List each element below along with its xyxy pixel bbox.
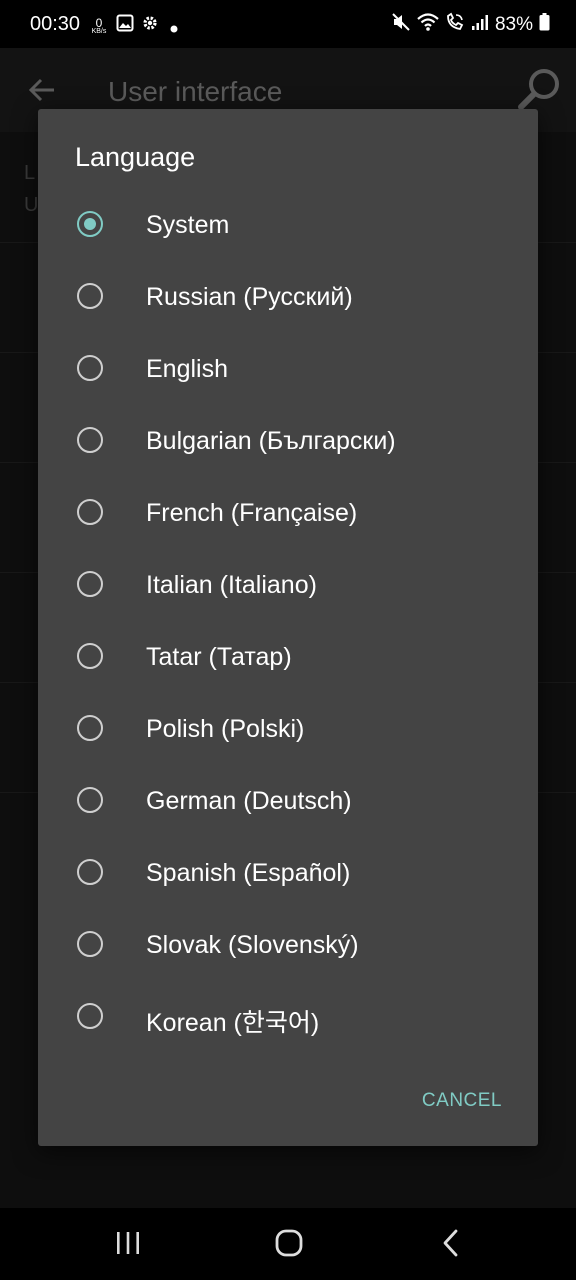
status-right-group: 83% bbox=[391, 12, 550, 38]
language-option-label: Slovak (Slovenský) bbox=[146, 931, 359, 959]
status-time: 00:30 bbox=[30, 13, 81, 35]
language-option-label: Russian (Русский) bbox=[146, 283, 353, 311]
language-option[interactable]: System bbox=[38, 190, 538, 262]
battery-percent: 83% bbox=[494, 14, 533, 35]
mute-icon bbox=[391, 12, 411, 38]
language-option[interactable]: German (Deutsch) bbox=[38, 766, 538, 838]
network-speed-value: 0 bbox=[95, 16, 103, 30]
battery-icon bbox=[539, 13, 550, 37]
radio-button[interactable] bbox=[77, 643, 103, 669]
language-option[interactable]: French (Française) bbox=[38, 478, 538, 550]
recents-icon[interactable] bbox=[114, 1228, 142, 1263]
signal-icon bbox=[471, 13, 489, 37]
radio-button[interactable] bbox=[77, 427, 103, 453]
language-option-label: French (Française) bbox=[146, 499, 358, 527]
cancel-button[interactable]: CANCEL bbox=[422, 1090, 502, 1112]
image-icon bbox=[116, 14, 134, 37]
language-dialog: Language System Russian (Русский) English B… bbox=[38, 109, 538, 1146]
language-option[interactable]: Slovak (Slovenský) bbox=[38, 910, 538, 982]
radio-button[interactable] bbox=[77, 1003, 103, 1029]
language-option-label: Bulgarian (Български) bbox=[146, 427, 396, 455]
language-option-label: Tatar (Татар) bbox=[146, 643, 292, 671]
radio-button[interactable] bbox=[77, 859, 103, 885]
language-option-label: System bbox=[146, 211, 230, 239]
radio-button-checked[interactable] bbox=[77, 211, 103, 237]
back-icon[interactable] bbox=[438, 1228, 464, 1263]
navigation-bar bbox=[0, 1208, 576, 1280]
language-option[interactable]: Russian (Русский) bbox=[38, 262, 538, 334]
language-option[interactable]: Bulgarian (Български) bbox=[38, 406, 538, 478]
dot-icon bbox=[170, 20, 178, 38]
language-option-label: German (Deutsch) bbox=[146, 787, 352, 815]
home-icon[interactable] bbox=[274, 1228, 304, 1263]
language-option-label: Spanish (Español) bbox=[146, 859, 351, 887]
language-option-label: English bbox=[146, 355, 228, 383]
language-option-label: Italian (Italiano) bbox=[146, 571, 317, 599]
language-option[interactable]: Tatar (Татар) bbox=[38, 622, 538, 694]
language-option[interactable]: Italian (Italiano) bbox=[38, 550, 538, 622]
radio-button[interactable] bbox=[77, 715, 103, 741]
language-option[interactable]: Spanish (Español) bbox=[38, 838, 538, 910]
wifi-call-icon bbox=[445, 12, 465, 38]
network-speed: 0 KB/s bbox=[89, 16, 109, 36]
dialog-title: Language bbox=[75, 142, 196, 172]
language-option-label: Korean (한국어) bbox=[146, 1009, 320, 1037]
wifi-icon bbox=[417, 12, 439, 38]
language-option-label: Polish (Polski) bbox=[146, 715, 305, 743]
language-option[interactable]: Polish (Polski) bbox=[38, 694, 538, 766]
radio-button[interactable] bbox=[77, 787, 103, 813]
radio-button[interactable] bbox=[77, 283, 103, 309]
radio-button[interactable] bbox=[77, 355, 103, 381]
gear-icon bbox=[141, 14, 159, 37]
radio-button[interactable] bbox=[77, 571, 103, 597]
radio-button[interactable] bbox=[77, 499, 103, 525]
language-option[interactable]: English bbox=[38, 334, 538, 406]
language-option[interactable]: Korean (한국어) bbox=[38, 982, 538, 1054]
status-bar: 00:30 0 KB/s 83% bbox=[0, 0, 576, 48]
network-speed-unit: KB/s bbox=[91, 28, 107, 35]
radio-button[interactable] bbox=[77, 931, 103, 957]
